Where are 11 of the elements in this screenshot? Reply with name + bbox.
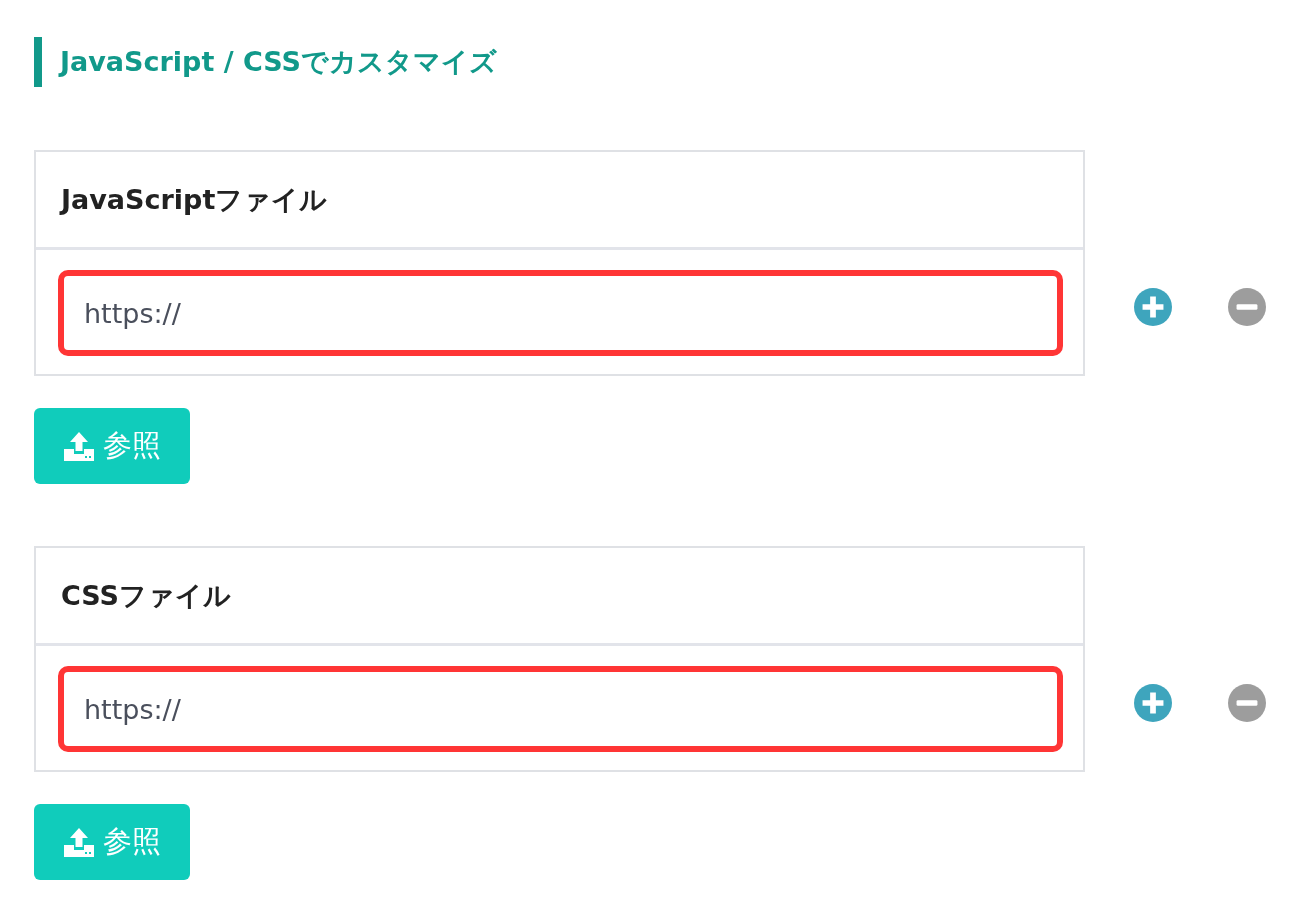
- upload-icon: [63, 431, 95, 461]
- url-input-field[interactable]: https://: [58, 666, 1063, 752]
- panel-title: CSSファイル: [61, 578, 231, 613]
- upload-icon: [63, 827, 95, 857]
- remove-icon[interactable]: [1228, 684, 1266, 722]
- add-icon[interactable]: [1134, 684, 1172, 722]
- remove-icon[interactable]: [1228, 288, 1266, 326]
- section-heading: JavaScript / CSSでカスタマイズ: [34, 37, 1308, 87]
- url-input-field[interactable]: https://: [58, 270, 1063, 356]
- panel-title: JavaScriptファイル: [61, 182, 328, 217]
- add-icon[interactable]: [1134, 288, 1172, 326]
